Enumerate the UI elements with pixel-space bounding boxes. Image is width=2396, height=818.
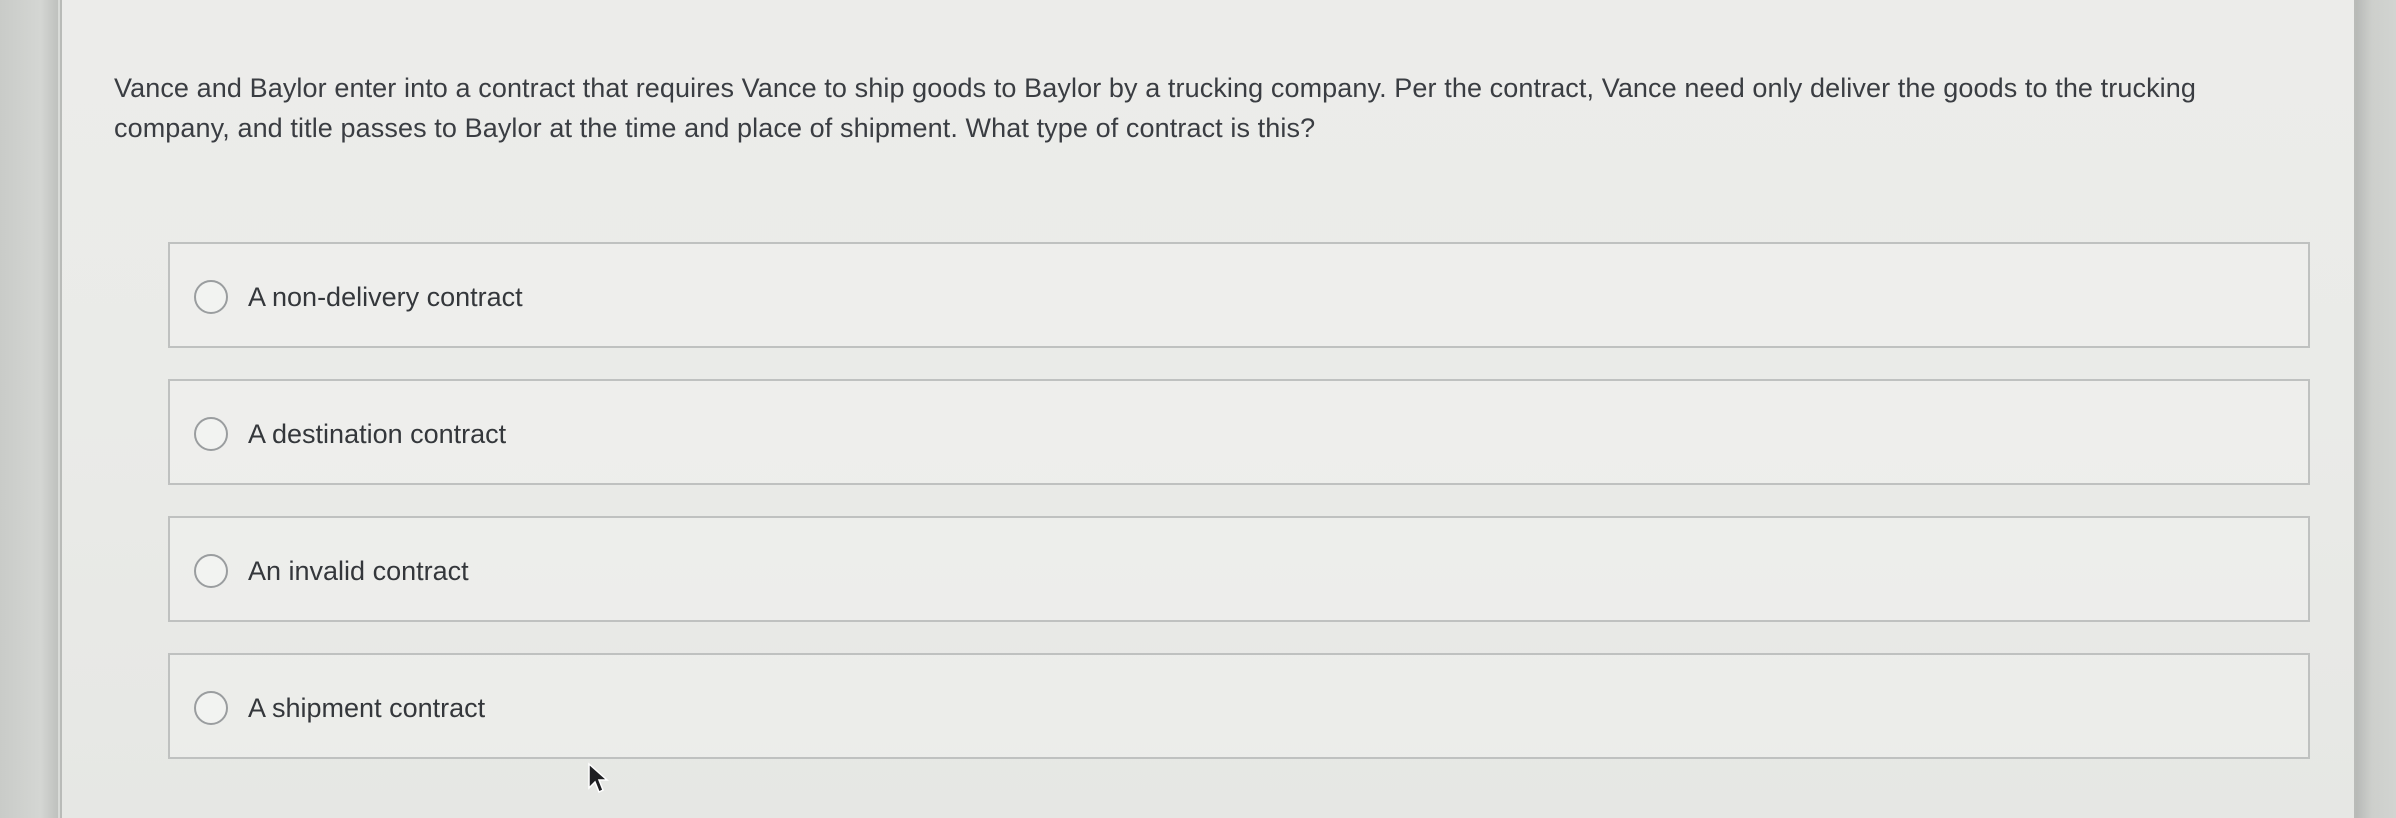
radio-button-icon[interactable] xyxy=(194,554,228,588)
background-left xyxy=(0,0,58,818)
option-shipment-contract[interactable]: A shipment contract xyxy=(168,653,2310,759)
question-text: Vance and Baylor enter into a contract t… xyxy=(114,73,2196,143)
option-label: A shipment contract xyxy=(248,693,486,723)
radio-button-icon[interactable] xyxy=(194,691,228,725)
radio-button-icon[interactable] xyxy=(194,417,228,451)
option-invalid-contract[interactable]: An invalid contract xyxy=(168,516,2310,622)
option-non-delivery-contract[interactable]: A non-delivery contract xyxy=(168,242,2310,348)
background-right xyxy=(2356,0,2396,818)
radio-button-icon[interactable] xyxy=(194,280,228,314)
option-destination-contract[interactable]: A destination contract xyxy=(168,379,2310,485)
option-label: A non-delivery contract xyxy=(248,282,523,312)
option-label: A destination contract xyxy=(248,419,507,449)
option-label: An invalid contract xyxy=(248,556,469,586)
mouse-pointer-icon xyxy=(588,762,609,794)
answer-options: A non-delivery contract A destination co… xyxy=(168,242,2310,790)
